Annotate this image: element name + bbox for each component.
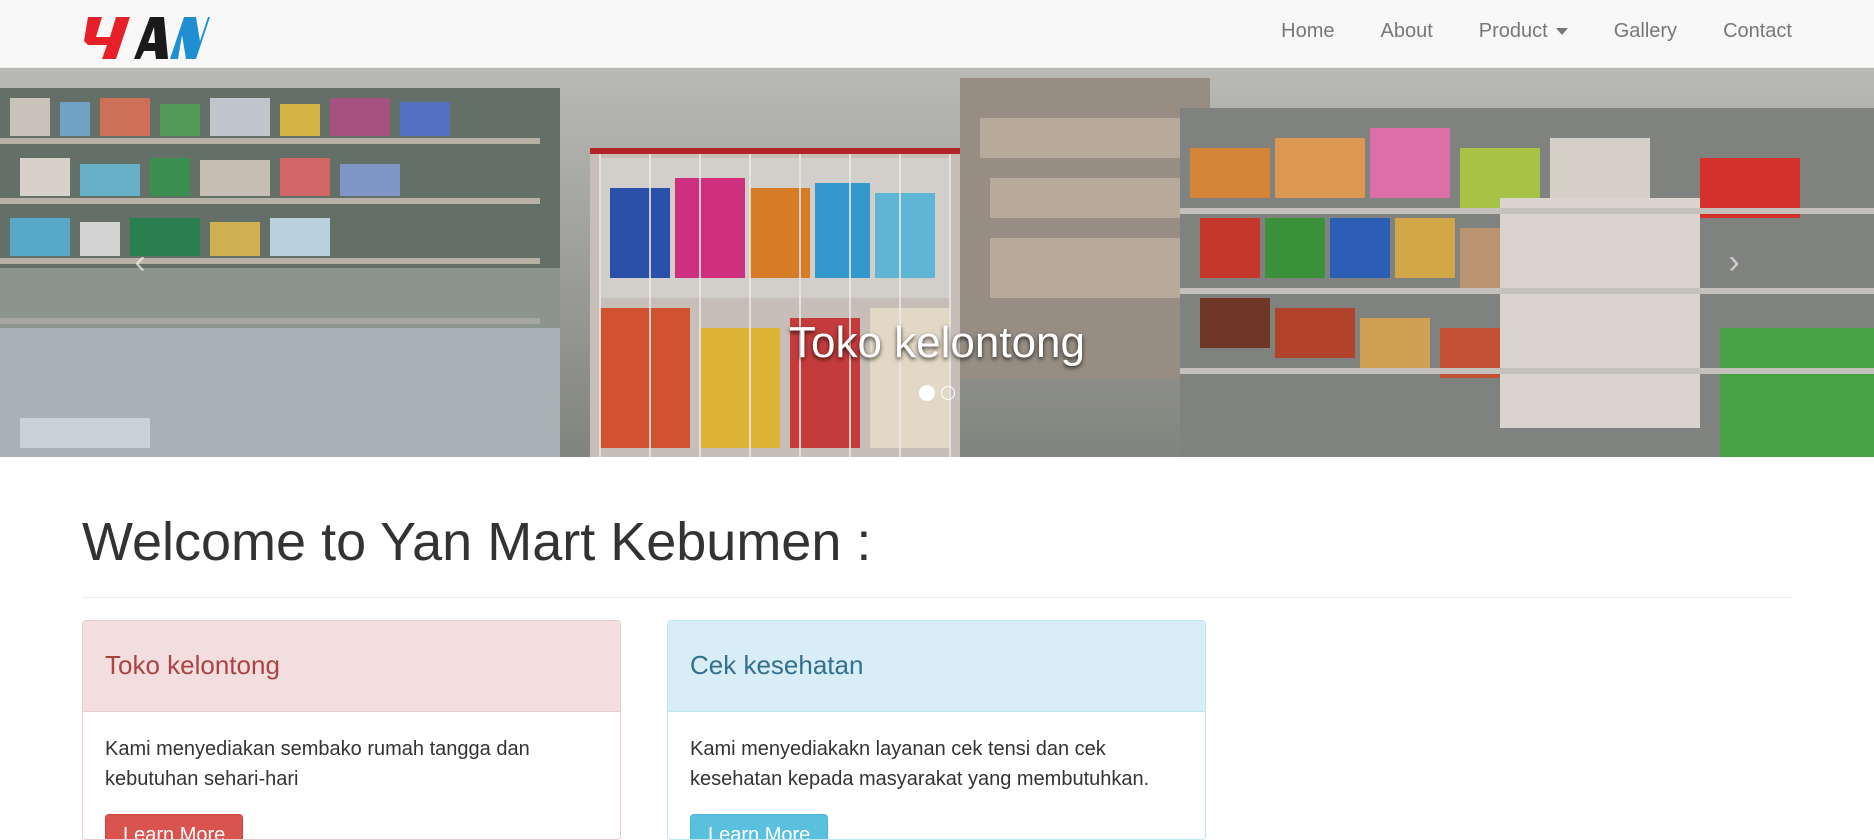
- main-content: Welcome to Yan Mart Kebumen : Toko kelon…: [82, 457, 1793, 840]
- caret-down-icon: [1555, 27, 1568, 35]
- nav-home[interactable]: Home: [1258, 0, 1357, 62]
- nav-contact[interactable]: Contact: [1700, 0, 1792, 62]
- chevron-right-icon: ›: [1728, 243, 1740, 281]
- panel-toko-kelontong: Toko kelontong Kami menyediakan sembako …: [82, 620, 621, 840]
- carousel-indicator-2[interactable]: [941, 386, 955, 400]
- panel-cek-kesehatan: Cek kesehatan Kami menyediakakn layanan …: [667, 620, 1206, 840]
- yan-logo-icon: [84, 17, 210, 59]
- panel-body: Kami menyediakan sembako rumah tangga da…: [83, 712, 620, 839]
- panel-body: Kami menyediakakn layanan cek tensi dan …: [668, 712, 1205, 839]
- panel-text: Kami menyediakakn layanan cek tensi dan …: [690, 738, 1150, 790]
- panel-title: Toko kelontong: [83, 621, 620, 712]
- heading-divider: [82, 597, 1793, 598]
- carousel-caption: Toko kelontong: [789, 318, 1085, 367]
- panel-text: Kami menyediakan sembako rumah tangga da…: [105, 738, 530, 790]
- nav-about-label: About: [1380, 19, 1433, 42]
- nav-about[interactable]: About: [1358, 0, 1456, 62]
- nav-contact-label: Contact: [1723, 19, 1792, 42]
- learn-more-button[interactable]: Learn More: [105, 814, 244, 839]
- carousel-indicators: [0, 385, 1874, 401]
- nav-gallery-label: Gallery: [1613, 19, 1678, 42]
- brand-logo[interactable]: [82, 15, 210, 61]
- panel-title: Cek kesehatan: [668, 621, 1205, 712]
- nav-gallery[interactable]: Gallery: [1591, 0, 1700, 62]
- nav-product-label: Product: [1478, 19, 1548, 42]
- carousel-indicator-1[interactable]: [919, 385, 935, 401]
- page-heading: Welcome to Yan Mart Kebumen :: [82, 512, 872, 572]
- chevron-left-icon: ‹: [134, 243, 146, 281]
- nav-home-label: Home: [1281, 19, 1335, 42]
- navbar: Home About Product Gallery Contact: [0, 0, 1874, 68]
- hero-carousel: ‹ › Toko kelontong: [0, 68, 1874, 457]
- learn-more-button[interactable]: Learn More: [690, 814, 829, 839]
- nav-product-dropdown[interactable]: Product: [1456, 0, 1591, 62]
- main-nav: Home About Product Gallery Contact: [1258, 0, 1792, 62]
